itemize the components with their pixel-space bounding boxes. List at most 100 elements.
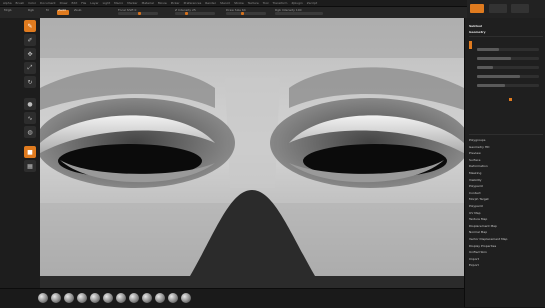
draw-icon[interactable]: ✐ <box>24 34 36 46</box>
edit-icon[interactable]: ✎ <box>24 20 36 32</box>
panel-item[interactable]: Contact <box>469 191 481 195</box>
panel-item[interactable]: Polypaint <box>469 204 483 208</box>
divide-marker <box>509 98 512 101</box>
panel-item[interactable]: Displacement Map <box>469 224 497 228</box>
menu-item-marker[interactable]: Marker <box>127 1 137 5</box>
panel-item[interactable]: Polygroups <box>469 138 485 142</box>
menu-item-layer[interactable]: Layer <box>90 1 98 5</box>
menu-item-light[interactable]: Light <box>103 1 111 5</box>
mrgb-toggle[interactable]: Mrgb <box>4 8 12 12</box>
brush-preset-icon[interactable] <box>90 293 100 303</box>
menu-item-preferences[interactable]: Preferences <box>184 1 202 5</box>
panel-item[interactable]: Geometry HD <box>469 145 489 149</box>
focal-shift-slider[interactable] <box>118 12 158 15</box>
z-intensity-knob[interactable] <box>185 12 188 15</box>
brush-preset-icon[interactable] <box>155 293 165 303</box>
tool-slot[interactable] <box>489 4 507 13</box>
material-icon[interactable]: ◍ <box>24 126 36 138</box>
menu-item-stencil[interactable]: Stencil <box>220 1 230 5</box>
panel-item[interactable]: Vector Displacement Map <box>469 237 507 241</box>
panel-item[interactable]: Unified Skin <box>469 250 487 254</box>
rgb-toggle[interactable]: Rgb <box>28 8 34 12</box>
menu-item-macro[interactable]: Macro <box>114 1 123 5</box>
menu-item-tool[interactable]: Tool <box>263 1 269 5</box>
panel-item[interactable]: Texture Map <box>469 217 487 221</box>
z-intensity-slider[interactable] <box>175 12 215 15</box>
geometry-slider[interactable] <box>477 57 539 60</box>
menu-item-stroke[interactable]: Stroke <box>234 1 244 5</box>
texture-icon[interactable]: ▦ <box>24 160 36 172</box>
slider-fill <box>477 66 493 69</box>
menu-item-zplugin[interactable]: Zplugin <box>291 1 302 5</box>
canvas-viewport[interactable] <box>40 18 464 288</box>
menu-item-material[interactable]: Material <box>142 1 154 5</box>
menu-item-brush[interactable]: Brush <box>16 1 25 5</box>
slider-fill <box>477 57 512 60</box>
brush-preset-icon[interactable] <box>103 293 113 303</box>
geometry-slider[interactable] <box>477 48 539 51</box>
panel-item[interactable]: UV Map <box>469 211 481 215</box>
brush-icon[interactable]: ● <box>24 98 36 110</box>
focal-shift-knob[interactable] <box>138 12 141 15</box>
tool-thumbnail-area <box>467 0 545 18</box>
panel-item[interactable]: Morph Target <box>469 197 489 201</box>
active-marker <box>469 41 472 49</box>
color-icon[interactable]: ■ <box>24 146 36 158</box>
menu-item-transform[interactable]: Transform <box>273 1 288 5</box>
divider <box>469 36 543 37</box>
panel-item[interactable]: Import <box>469 257 479 261</box>
draw-size-knob[interactable] <box>241 12 244 15</box>
subtool-header[interactable]: Subtool <box>469 24 482 28</box>
menu-item-edit[interactable]: Edit <box>71 1 77 5</box>
left-tool-shelf: ✎ ✐ ✥ ⤢ ↻ ● ∿ ◍ ■ ▦ <box>0 18 41 307</box>
panel-item[interactable]: Export <box>469 263 479 267</box>
panel-item[interactable]: Visibility <box>469 178 482 182</box>
brush-preset-icon[interactable] <box>168 293 178 303</box>
brush-preset-icon[interactable] <box>51 293 61 303</box>
sculpt-face <box>40 18 464 288</box>
menu-item-picker[interactable]: Picker <box>171 1 180 5</box>
slider-fill <box>477 48 499 51</box>
draw-size-slider[interactable] <box>226 12 266 15</box>
menu-item-file[interactable]: File <box>81 1 86 5</box>
tool-slot[interactable] <box>511 4 529 13</box>
panel-item[interactable]: Polypaint <box>469 184 483 188</box>
geometry-slider[interactable] <box>477 66 539 69</box>
menu-bar: Alpha Brush Color Document Draw Edit File Layer… <box>0 0 545 7</box>
brush-preset-icon[interactable] <box>181 293 191 303</box>
panel-item[interactable]: Surface <box>469 158 480 162</box>
brush-preset-icon[interactable] <box>116 293 126 303</box>
rgb-intensity-slider[interactable] <box>275 12 323 15</box>
stroke-icon[interactable]: ∿ <box>24 112 36 124</box>
rotate-icon[interactable]: ↻ <box>24 76 36 88</box>
active-tool-thumbnail[interactable] <box>470 4 484 13</box>
panel-item[interactable]: Normal Map <box>469 230 487 234</box>
brush-preset-icon[interactable] <box>77 293 87 303</box>
menu-item-draw[interactable]: Draw <box>60 1 68 5</box>
panel-item[interactable]: Display Properties <box>469 244 496 248</box>
brush-preset-icon[interactable] <box>142 293 152 303</box>
menu-item-alpha[interactable]: Alpha <box>3 1 12 5</box>
right-tool-panel: Subtool Geometry Polygroups Geometry HD Pr… <box>464 18 545 307</box>
panel-item[interactable]: Deformation <box>469 164 488 168</box>
zadd-label: Zadd <box>58 8 66 12</box>
geometry-slider[interactable] <box>477 75 539 78</box>
geometry-header[interactable]: Geometry <box>469 30 486 34</box>
m-toggle[interactable]: M <box>46 8 49 12</box>
brush-preset-icon[interactable] <box>38 293 48 303</box>
menu-item-texture[interactable]: Texture <box>248 1 259 5</box>
menu-item-color[interactable]: Color <box>28 1 36 5</box>
menu-item-document[interactable]: Document <box>40 1 56 5</box>
brush-preset-icon[interactable] <box>64 293 74 303</box>
panel-item[interactable]: Preview <box>469 151 481 155</box>
panel-item[interactable]: Masking <box>469 171 481 175</box>
geometry-slider[interactable] <box>477 84 539 87</box>
menu-item-movie[interactable]: Movie <box>158 1 167 5</box>
zsub-button[interactable]: Zsub <box>74 8 81 12</box>
slider-fill <box>477 84 505 87</box>
scale-icon[interactable]: ⤢ <box>24 62 36 74</box>
menu-item-zscript[interactable]: Zscript <box>307 1 317 5</box>
brush-preset-icon[interactable] <box>129 293 139 303</box>
menu-item-render[interactable]: Render <box>205 1 216 5</box>
move-icon[interactable]: ✥ <box>24 48 36 60</box>
